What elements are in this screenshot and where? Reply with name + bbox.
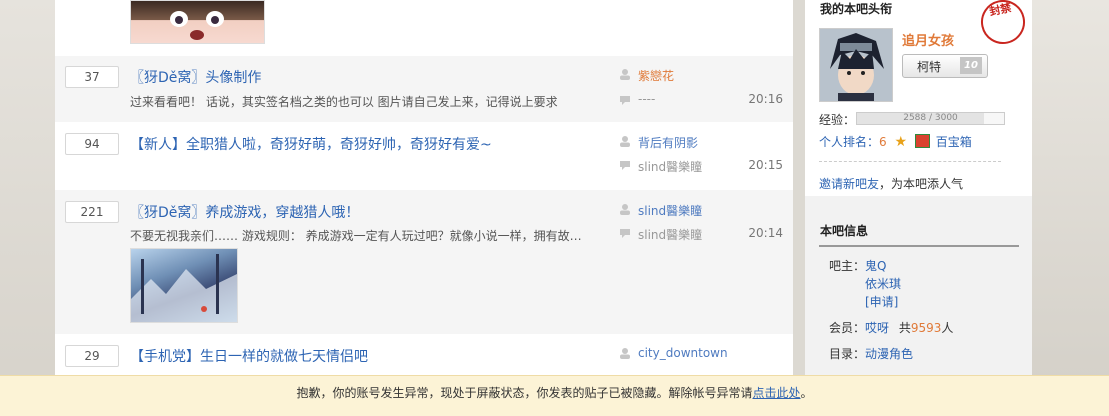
thread-title[interactable]: 〖犽Dě窝〗头像制作	[130, 67, 261, 87]
reply-icon	[620, 161, 630, 170]
exp-value: 2588 / 3000	[903, 113, 958, 123]
notice-end: 。	[800, 386, 813, 400]
reply-icon	[620, 96, 630, 105]
star-icon: ★	[894, 134, 908, 150]
last-replier[interactable]: slind醫樂瞳	[638, 158, 702, 175]
apply-owner-link[interactable]: [申请]	[865, 293, 898, 310]
thread-abstract: 不要无视我亲们…… 游戏规则： 养成游戏一定有人玩过吧？就像小说一样，拥有故…	[130, 229, 582, 243]
thread-abstract: 过来看看吧！ 话说，其实签名档之类的也可以 图片请自己发上来，记得说上要求	[130, 95, 558, 109]
thread-title[interactable]: 【手机党】生日一样的就做七天情侣吧	[130, 346, 368, 366]
owner-link[interactable]: 鬼Q	[865, 257, 886, 274]
owner-label: 吧主：	[829, 259, 866, 273]
members-total-prefix: 共	[898, 321, 911, 335]
catalog-label: 目录：	[829, 347, 866, 361]
thread-title[interactable]: 〖犽Dě窝〗养成游戏，穿越猎人哦！	[130, 202, 359, 222]
rank-label: 个人排名：	[819, 135, 880, 149]
thread-row: 37 〖犽Dě窝〗头像制作 过来看看吧！ 话说，其实签名档之类的也可以 图片请自…	[55, 56, 793, 122]
reply-count: 221	[65, 201, 119, 223]
thread-list: 37 〖犽Dě窝〗头像制作 过来看看吧！ 话说，其实签名档之类的也可以 图片请自…	[55, 0, 793, 415]
rank-row: 个人排名：6 ★ 百宝箱	[819, 133, 972, 150]
thread-author[interactable]: slind醫樂瞳	[638, 202, 702, 219]
my-title-heading: 我的本吧头衔	[820, 2, 893, 16]
invite-link[interactable]: 邀请新吧友	[819, 177, 879, 191]
last-replier[interactable]: slind醫樂瞳	[638, 226, 702, 243]
badge-level: 10	[960, 57, 982, 74]
divider	[819, 245, 1019, 247]
reply-time: 20:15	[748, 158, 783, 172]
user-icon	[620, 348, 630, 359]
badge-label: 柯特	[917, 60, 942, 74]
exp-progress-bar: 2588 / 3000	[856, 112, 1005, 125]
gift-icon[interactable]	[914, 134, 930, 148]
reply-count: 29	[65, 345, 119, 367]
page-background-right	[1032, 0, 1109, 415]
thread-thumbnail[interactable]	[130, 248, 238, 323]
invite-text: ，为本吧添人气	[879, 177, 964, 191]
banned-seal: 封禁	[976, 0, 1030, 49]
account-notice-bar: 抱歉，你的账号发生异常，现处于屏蔽状态，你发表的贴子已被隐藏。解除帐号异常请点击…	[0, 375, 1109, 416]
user-icon	[620, 69, 630, 80]
user-icon	[620, 136, 630, 147]
user-icon	[620, 204, 630, 215]
last-replier[interactable]: ----	[638, 92, 655, 106]
reply-count: 94	[65, 133, 119, 155]
rank-value: 6	[879, 135, 887, 149]
thread-author[interactable]: 背后有阴影	[638, 134, 698, 151]
page-background-left	[0, 0, 55, 415]
members-count: 9593	[910, 321, 942, 335]
reply-time: 20:14	[748, 226, 783, 240]
divider	[819, 161, 1001, 162]
treasure-box-link[interactable]: 百宝箱	[936, 135, 972, 149]
thread-author[interactable]: 紫戀花	[638, 67, 674, 84]
reply-icon	[620, 229, 630, 238]
reply-count: 37	[65, 66, 119, 88]
column-separator	[793, 0, 805, 415]
members-row: 哎呀 共9593人	[865, 319, 953, 336]
sidebar: 我的本吧头衔 封禁 追月女孩 柯特 10 经验： 2588 / 3000 个人排…	[805, 0, 1032, 415]
avatar[interactable]	[819, 28, 893, 102]
reply-time: 20:16	[748, 92, 783, 106]
thread-row: 221 〖犽Dě窝〗养成游戏，穿越猎人哦！ 不要无视我亲们…… 游戏规则： 养成…	[55, 190, 793, 334]
thread-thumbnail[interactable]	[130, 0, 265, 44]
notice-link[interactable]: 点击此处	[752, 386, 800, 400]
thread-row: 29 【手机党】生日一样的就做七天情侣吧 city_downtown	[55, 334, 793, 375]
thread-row: 94 【新人】全职猎人啦，奇犽好萌，奇犽好帅，奇犽好有爱~ 背后有阴影 slin…	[55, 122, 793, 190]
members-name[interactable]: 哎呀	[865, 321, 889, 335]
thread-author[interactable]: city_downtown	[638, 346, 728, 360]
members-unit: 人	[941, 321, 954, 335]
forum-info-heading: 本吧信息	[820, 224, 869, 238]
owner-link[interactable]: 依米琪	[865, 275, 901, 292]
catalog-link[interactable]: 动漫角色	[865, 345, 913, 362]
username[interactable]: 追月女孩	[902, 30, 954, 49]
invite-row: 邀请新吧友，为本吧添人气	[819, 175, 963, 192]
member-title-badge[interactable]: 柯特 10	[902, 54, 988, 78]
exp-label: 经验：	[819, 113, 856, 127]
thread-title[interactable]: 【新人】全职猎人啦，奇犽好萌，奇犽好帅，奇犽好有爱~	[130, 134, 492, 154]
notice-text: 抱歉，你的账号发生异常，现处于屏蔽状态，你发表的贴子已被隐藏。解除帐号异常请	[296, 386, 753, 400]
members-label: 会员：	[829, 321, 866, 335]
